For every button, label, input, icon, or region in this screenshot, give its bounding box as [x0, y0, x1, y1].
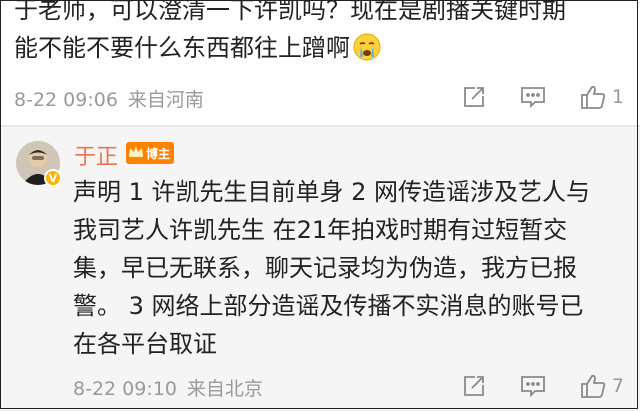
screenshot-frame	[0, 0, 638, 409]
